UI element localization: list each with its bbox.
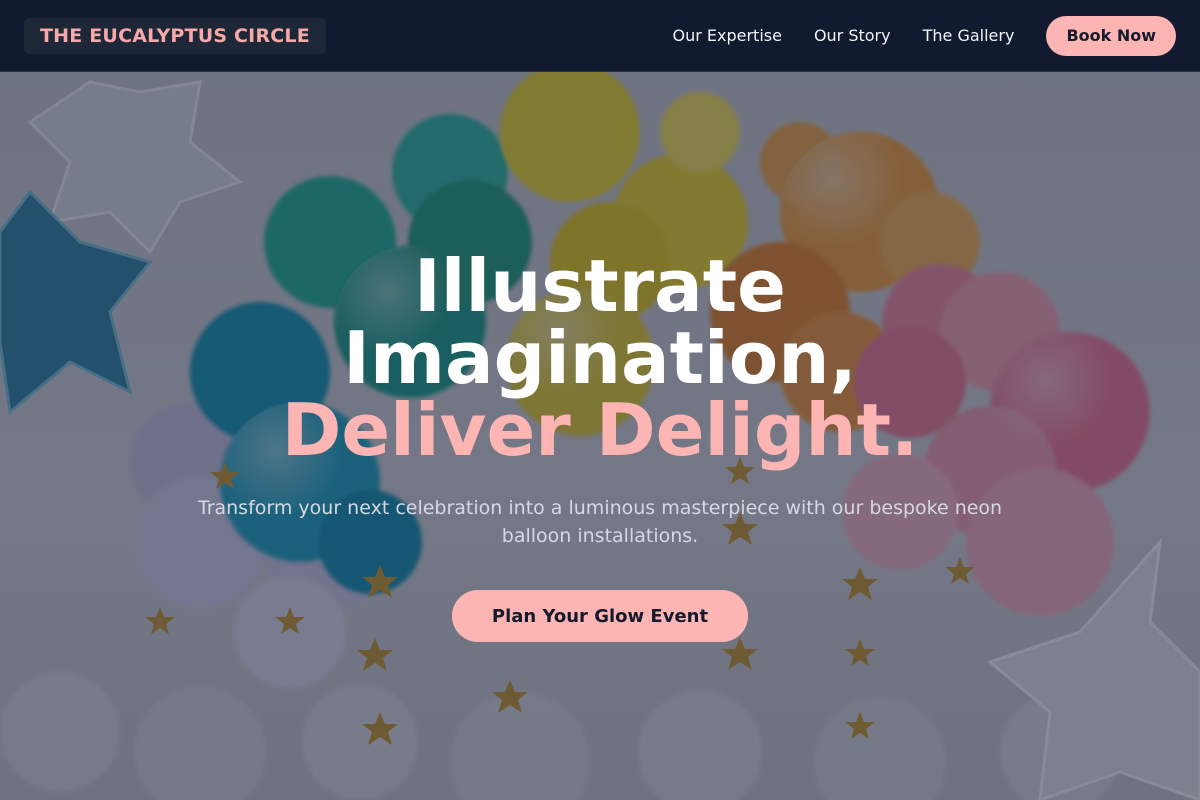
hero-headline: Illustrate Imagination, Deliver Delight. — [282, 250, 919, 466]
hero-subtitle: Transform your next celebration into a l… — [197, 497, 1003, 547]
book-now-button[interactable]: Book Now — [1046, 15, 1176, 56]
headline-line-1: Illustrate — [413, 244, 786, 328]
headline-accent: Deliver Delight. — [281, 388, 919, 472]
nav-link-our-expertise[interactable]: Our Expertise — [672, 26, 781, 45]
hero-content: Illustrate Imagination, Deliver Delight.… — [0, 72, 1200, 800]
book-now-label: Book Now — [1066, 26, 1156, 45]
site-header: THE EUCALYPTUS CIRCLE Our Expertise Our … — [0, 0, 1200, 72]
plan-event-button[interactable]: Plan Your Glow Event — [451, 590, 749, 642]
nav-link-our-story[interactable]: Our Story — [814, 26, 891, 45]
landing-page: THE EUCALYPTUS CIRCLE Our Expertise Our … — [0, 0, 1200, 800]
brand-logo[interactable]: THE EUCALYPTUS CIRCLE — [24, 17, 326, 54]
nav-link-the-gallery[interactable]: The Gallery — [923, 26, 1015, 45]
main-nav: Our Expertise Our Story The Gallery Book… — [672, 15, 1176, 56]
hero-section: Illustrate Imagination, Deliver Delight.… — [0, 72, 1200, 800]
brand-name: THE EUCALYPTUS CIRCLE — [40, 24, 310, 47]
headline-line-2: Imagination, — [343, 316, 857, 400]
plan-event-label: Plan Your Glow Event — [491, 605, 709, 627]
